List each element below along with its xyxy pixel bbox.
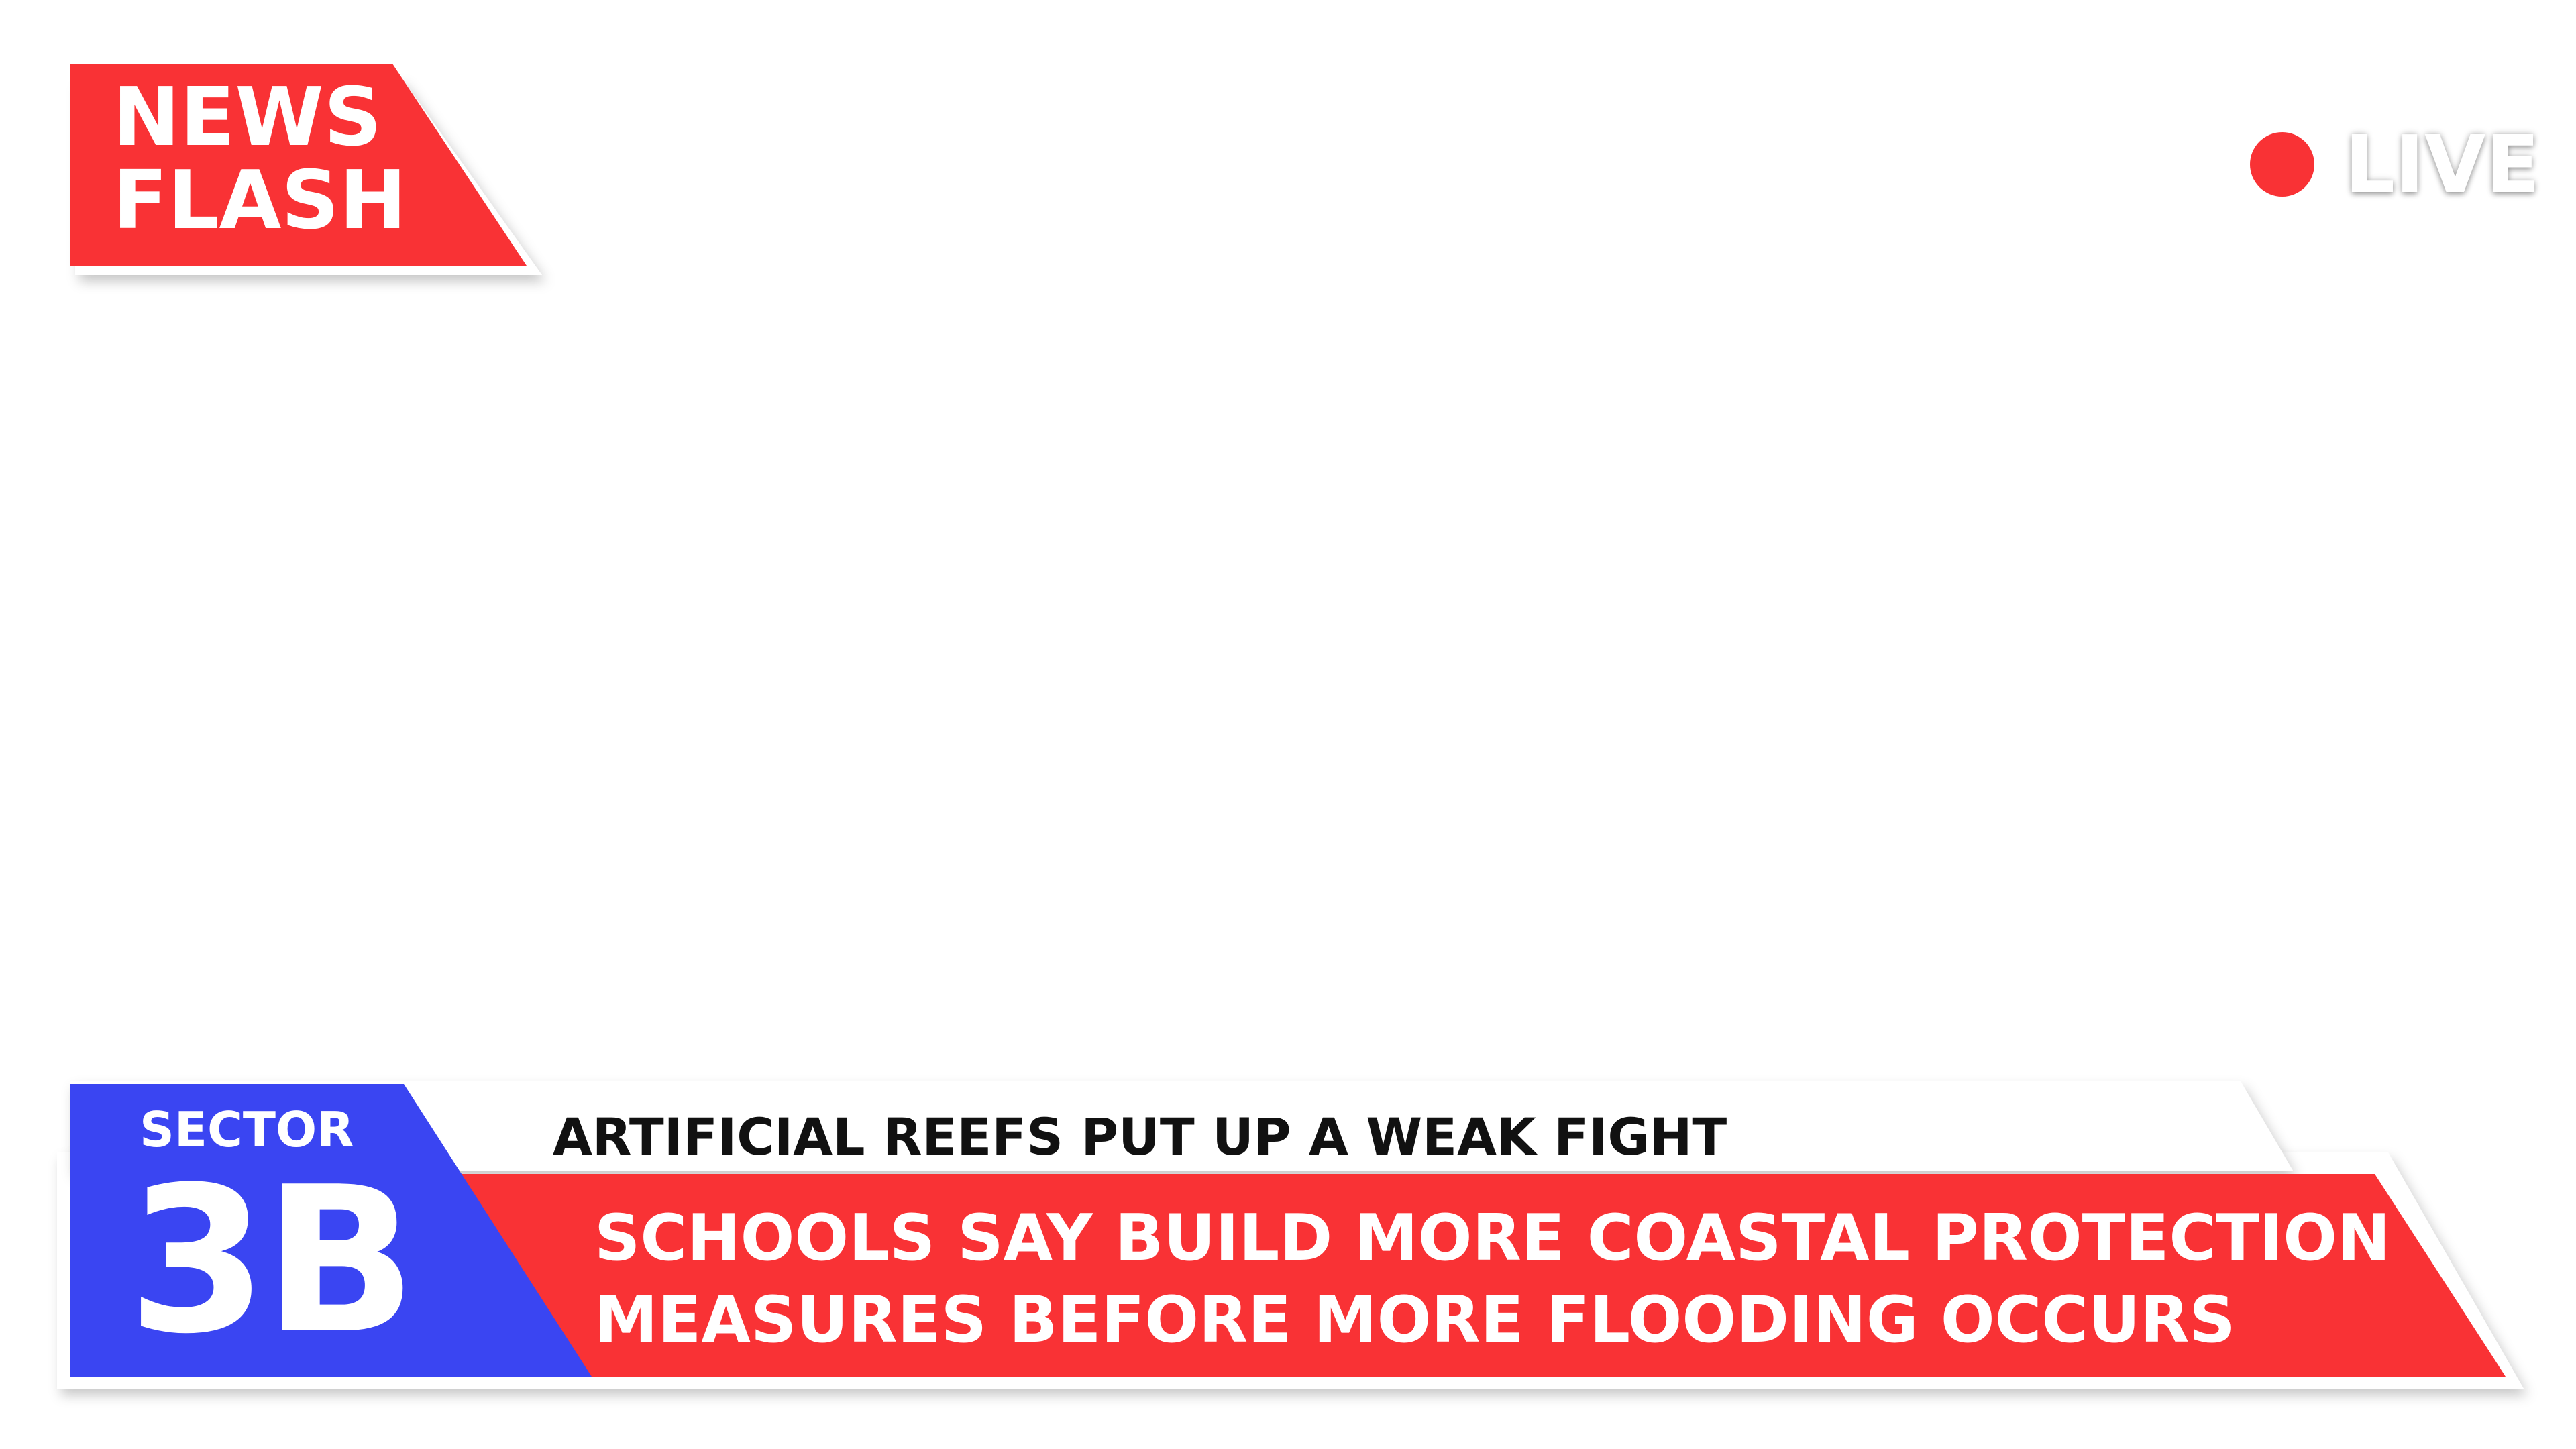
news-flash-line-1: NEWS (113, 71, 382, 164)
headline-line-1: SCHOOLS SAY BUILD MORE COASTAL PROTECTIO… (594, 1201, 2391, 1275)
live-label: LIVE (2345, 118, 2540, 211)
headline-line-2: MEASURES BEFORE MORE FLOODING OCCURS (594, 1283, 2235, 1357)
news-overlay: NEWS FLASH LIVE SECTOR 3B ARTIFICIAL REE… (0, 0, 2576, 1449)
headline: SCHOOLS SAY BUILD MORE COASTAL PROTECTIO… (594, 1197, 2391, 1361)
news-flash-line-2: FLASH (113, 154, 407, 248)
news-flash-title: NEWS FLASH (113, 76, 407, 243)
sector-code: 3B (127, 1144, 417, 1378)
red-dot-icon (2250, 132, 2314, 197)
subheadline: ARTIFICIAL REEFS PUT UP A WEAK FIGHT (553, 1107, 1727, 1167)
